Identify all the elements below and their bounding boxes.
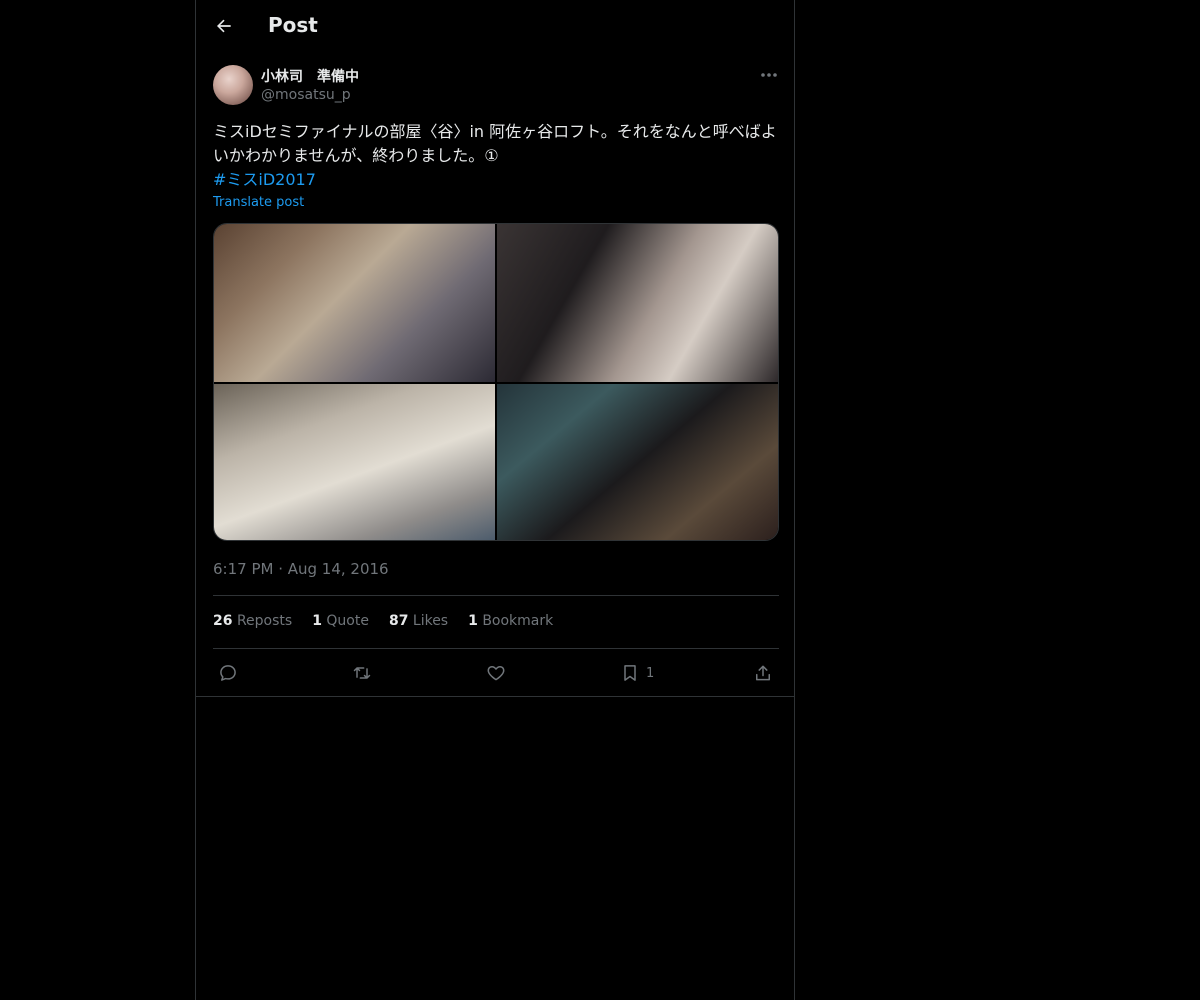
author-display-name[interactable]: 小林司 準備中 (261, 66, 359, 86)
translate-post-link[interactable]: Translate post (213, 195, 304, 210)
like-button[interactable] (486, 660, 506, 686)
heart-icon (486, 663, 506, 683)
bookmarks-label: Bookmark (482, 613, 554, 629)
reposts-stat[interactable]: 26 Reposts (213, 613, 292, 629)
bookmarks-count: 1 (468, 613, 478, 629)
likes-label: Likes (412, 613, 449, 629)
likes-count: 87 (388, 613, 409, 629)
reposts-count: 26 (213, 613, 233, 629)
divider (196, 696, 794, 697)
quotes-stat[interactable]: 1 Quote (312, 613, 369, 629)
repost-button[interactable] (351, 660, 373, 686)
arrow-left-icon (214, 16, 234, 36)
photo-4[interactable] (497, 384, 778, 540)
post-timestamp[interactable]: 6:17 PM · Aug 14, 2016 (213, 560, 389, 578)
hashtag-link[interactable]: #ミスiD2017 (213, 168, 316, 192)
main-column: Post 小林司 準備中 @mosatsu_p ミスiDセミファイナルの部屋〈谷… (195, 0, 795, 1000)
page-header: Post (196, 0, 794, 53)
bookmark-button[interactable]: 1 (620, 660, 654, 686)
reposts-label: Reposts (236, 613, 293, 629)
reply-icon (218, 663, 238, 683)
more-horizontal-icon (760, 72, 778, 78)
photo-1[interactable] (214, 224, 495, 382)
media-grid (213, 223, 779, 541)
bookmarks-stat[interactable]: 1 Bookmark (468, 613, 553, 629)
photo-3[interactable] (214, 384, 495, 540)
share-button[interactable] (753, 660, 773, 686)
divider (213, 595, 779, 596)
bookmark-count: 1 (646, 665, 655, 681)
divider (213, 648, 779, 649)
avatar[interactable] (213, 65, 253, 105)
quotes-label: Quote (326, 613, 369, 629)
bookmark-icon (620, 663, 640, 683)
post-text: ミスiDセミファイナルの部屋〈谷〉in 阿佐ヶ谷ロフト。それをなんと呼べばよいか… (213, 122, 777, 165)
page-title: Post (268, 13, 318, 37)
repost-icon (351, 663, 373, 683)
author-handle[interactable]: @mosatsu_p (261, 87, 351, 103)
post-stats: 26 Reposts 1 Quote 87 Likes 1 Bookmark (213, 613, 553, 629)
likes-stat[interactable]: 87 Likes (389, 613, 448, 629)
photo-2[interactable] (497, 224, 778, 382)
reply-button[interactable] (218, 660, 238, 686)
quotes-count: 1 (312, 613, 322, 629)
more-options-button[interactable] (758, 66, 780, 84)
share-icon (753, 663, 773, 683)
action-bar: 1 (213, 660, 779, 686)
back-button[interactable] (212, 14, 236, 38)
